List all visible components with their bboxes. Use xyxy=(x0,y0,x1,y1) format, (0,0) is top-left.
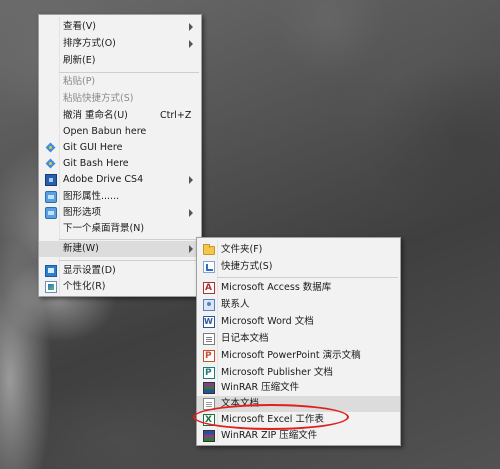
menu-item-graphics-properties[interactable]: 图形属性...... xyxy=(39,189,201,205)
powerpoint-icon xyxy=(203,348,215,364)
publisher-icon xyxy=(203,365,215,381)
menu-item-sort-by[interactable]: 排序方式(O) xyxy=(39,36,201,52)
menu-item-undo-rename[interactable]: 撤消 重命名(U) Ctrl+Z xyxy=(39,108,201,124)
menu-item-label: 图形属性...... xyxy=(63,191,120,202)
menu-separator xyxy=(59,72,199,73)
contact-icon xyxy=(203,299,215,311)
menu-item-label: 快捷方式(S) xyxy=(221,261,273,272)
new-item-excel-worksheet[interactable]: Microsoft Excel 工作表 xyxy=(197,412,400,428)
menu-separator xyxy=(217,277,398,278)
menu-item-new[interactable]: 新建(W) xyxy=(39,241,201,257)
menu-item-label: 文件夹(F) xyxy=(221,244,263,255)
menu-item-label: 文本文档 xyxy=(221,398,260,409)
git-icon xyxy=(45,158,57,170)
menu-item-label: Microsoft PowerPoint 演示文稿 xyxy=(221,350,361,361)
menu-item-label: Open Babun here xyxy=(63,126,147,137)
menu-item-label: Microsoft Excel 工作表 xyxy=(221,414,324,425)
menu-item-label: 日记本文档 xyxy=(221,333,269,344)
new-item-winrar-zip[interactable]: WinRAR ZIP 压缩文件 xyxy=(197,428,400,444)
word-icon xyxy=(203,314,215,330)
menu-item-next-background[interactable]: 下一个桌面背景(N) xyxy=(39,221,201,237)
menu-item-label: 粘贴快捷方式(S) xyxy=(63,93,134,104)
new-item-word-document[interactable]: Microsoft Word 文档 xyxy=(197,314,400,330)
git-icon xyxy=(45,142,57,154)
graphics-icon xyxy=(45,191,57,203)
menu-item-label: 排序方式(O) xyxy=(63,38,116,49)
menu-item-adobe-drive[interactable]: Adobe Drive CS4 xyxy=(39,172,201,188)
menu-item-label: Adobe Drive CS4 xyxy=(63,174,144,185)
menu-item-label: WinRAR 压缩文件 xyxy=(221,382,300,393)
menu-item-label: 粘贴(P) xyxy=(63,76,96,87)
new-submenu: 文件夹(F) 快捷方式(S) Microsoft Access 数据库 联系人 … xyxy=(196,237,401,446)
submenu-arrow-icon xyxy=(189,245,193,253)
new-item-winrar-archive[interactable]: WinRAR 压缩文件 xyxy=(197,380,400,396)
adobe-drive-icon xyxy=(45,174,57,186)
menu-item-label: Git Bash Here xyxy=(63,158,129,169)
submenu-arrow-icon xyxy=(189,209,193,217)
winrar-zip-icon xyxy=(203,430,215,442)
menu-item-refresh[interactable]: 刷新(E) xyxy=(39,53,201,69)
new-item-shortcut[interactable]: 快捷方式(S) xyxy=(197,259,400,275)
menu-item-graphics-options[interactable]: 图形选项 xyxy=(39,205,201,221)
new-item-access-database[interactable]: Microsoft Access 数据库 xyxy=(197,280,400,296)
menu-item-git-gui[interactable]: Git GUI Here xyxy=(39,140,201,156)
menu-item-label: 下一个桌面背景(N) xyxy=(63,223,145,234)
desktop-context-menu: 查看(V) 排序方式(O) 刷新(E) 粘贴(P) 粘贴快捷方式(S) 撤消 重… xyxy=(38,14,202,297)
menu-item-display-settings[interactable]: 显示设置(D) xyxy=(39,263,201,279)
menu-separator xyxy=(59,239,199,240)
personalize-icon xyxy=(45,281,57,293)
menu-item-label: Microsoft Publisher 文档 xyxy=(221,367,333,378)
menu-separator xyxy=(59,260,199,261)
submenu-arrow-icon xyxy=(189,23,193,31)
graphics-icon xyxy=(45,207,57,219)
menu-item-label: 个性化(R) xyxy=(63,281,106,292)
menu-item-label: 查看(V) xyxy=(63,21,96,32)
menu-item-label: 新建(W) xyxy=(63,243,99,254)
submenu-arrow-icon xyxy=(189,176,193,184)
menu-item-label: Git GUI Here xyxy=(63,142,123,153)
new-item-text-document[interactable]: 文本文档 xyxy=(197,396,400,412)
new-item-folder[interactable]: 文件夹(F) xyxy=(197,242,400,258)
menu-item-label: 撤消 重命名(U) xyxy=(63,110,128,121)
menu-item-label: 显示设置(D) xyxy=(63,265,116,276)
new-item-publisher-document[interactable]: Microsoft Publisher 文档 xyxy=(197,365,400,381)
menu-item-view[interactable]: 查看(V) xyxy=(39,19,201,35)
new-item-powerpoint-presentation[interactable]: Microsoft PowerPoint 演示文稿 xyxy=(197,348,400,364)
menu-item-label: Microsoft Word 文档 xyxy=(221,316,314,327)
menu-item-label: WinRAR ZIP 压缩文件 xyxy=(221,430,318,441)
submenu-arrow-icon xyxy=(189,40,193,48)
menu-item-git-bash[interactable]: Git Bash Here xyxy=(39,156,201,172)
display-settings-icon xyxy=(45,265,57,277)
menu-item-label: Microsoft Access 数据库 xyxy=(221,282,332,293)
new-item-journal-document[interactable]: 日记本文档 xyxy=(197,331,400,347)
excel-icon xyxy=(203,412,215,428)
access-icon xyxy=(203,280,215,296)
text-document-icon xyxy=(203,398,215,410)
menu-item-label: 刷新(E) xyxy=(63,55,96,66)
winrar-icon xyxy=(203,382,215,394)
folder-icon xyxy=(203,244,215,255)
new-item-contact[interactable]: 联系人 xyxy=(197,297,400,313)
menu-item-paste-shortcut: 粘贴快捷方式(S) xyxy=(39,91,201,107)
menu-item-shortcut: Ctrl+Z xyxy=(160,110,192,121)
menu-item-label: 图形选项 xyxy=(63,207,102,218)
shortcut-icon xyxy=(203,261,215,273)
journal-icon xyxy=(203,333,215,345)
menu-item-open-babun[interactable]: Open Babun here xyxy=(39,124,201,140)
menu-item-label: 联系人 xyxy=(221,299,250,310)
menu-item-personalize[interactable]: 个性化(R) xyxy=(39,279,201,295)
menu-item-paste: 粘贴(P) xyxy=(39,74,201,90)
